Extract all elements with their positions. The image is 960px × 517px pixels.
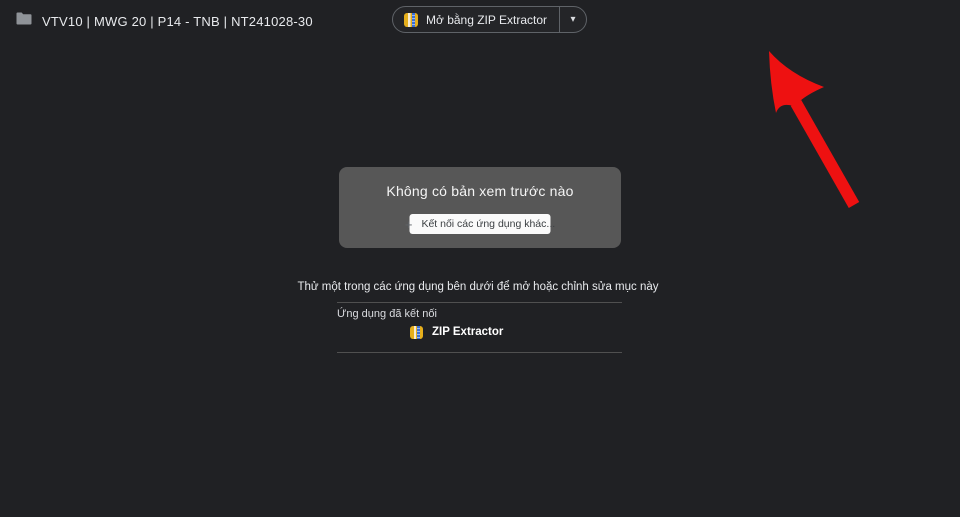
zip-extractor-icon xyxy=(410,326,423,339)
app-row-zip-extractor[interactable]: ZIP Extractor xyxy=(410,324,503,340)
open-with-label: Mở bằng ZIP Extractor xyxy=(426,13,547,27)
connected-apps-section: Ứng dụng đã kết nối ZIP Extractor xyxy=(337,302,622,320)
divider xyxy=(337,352,622,353)
hint-text: Thử một trong các ứng dụng bên dưới để m… xyxy=(0,281,956,293)
connected-apps-label: Ứng dụng đã kết nối xyxy=(337,308,622,320)
no-preview-text: Không có bản xem trước nào xyxy=(339,183,621,199)
app-name: ZIP Extractor xyxy=(432,326,503,338)
divider xyxy=(337,302,622,303)
connect-more-apps-button[interactable]: + Kết nối các ứng dụng khác... xyxy=(410,214,551,234)
open-with-main[interactable]: Mở bằng ZIP Extractor xyxy=(393,7,559,32)
header: VTV10 | MWG 20 | P14 - TNB | NT241028-30… xyxy=(0,0,960,42)
open-with-zip-extractor-button[interactable]: Mở bằng ZIP Extractor ▾ xyxy=(392,6,587,33)
file-title-group: VTV10 | MWG 20 | P14 - TNB | NT241028-30 xyxy=(16,0,313,42)
chevron-down-icon: ▾ xyxy=(571,15,576,25)
connect-more-apps-label: Kết nối các ứng dụng khác... xyxy=(421,218,555,230)
drive-file-preview-page: VTV10 | MWG 20 | P14 - TNB | NT241028-30… xyxy=(0,0,960,517)
open-with-dropdown-button[interactable]: ▾ xyxy=(560,7,586,32)
no-preview-card: Không có bản xem trước nào + Kết nối các… xyxy=(339,167,621,248)
plus-icon: + xyxy=(405,218,413,231)
annotation-arrow xyxy=(0,0,960,517)
zip-extractor-icon xyxy=(404,13,418,27)
folder-icon xyxy=(16,12,32,30)
file-title: VTV10 | MWG 20 | P14 - TNB | NT241028-30 xyxy=(42,14,313,29)
